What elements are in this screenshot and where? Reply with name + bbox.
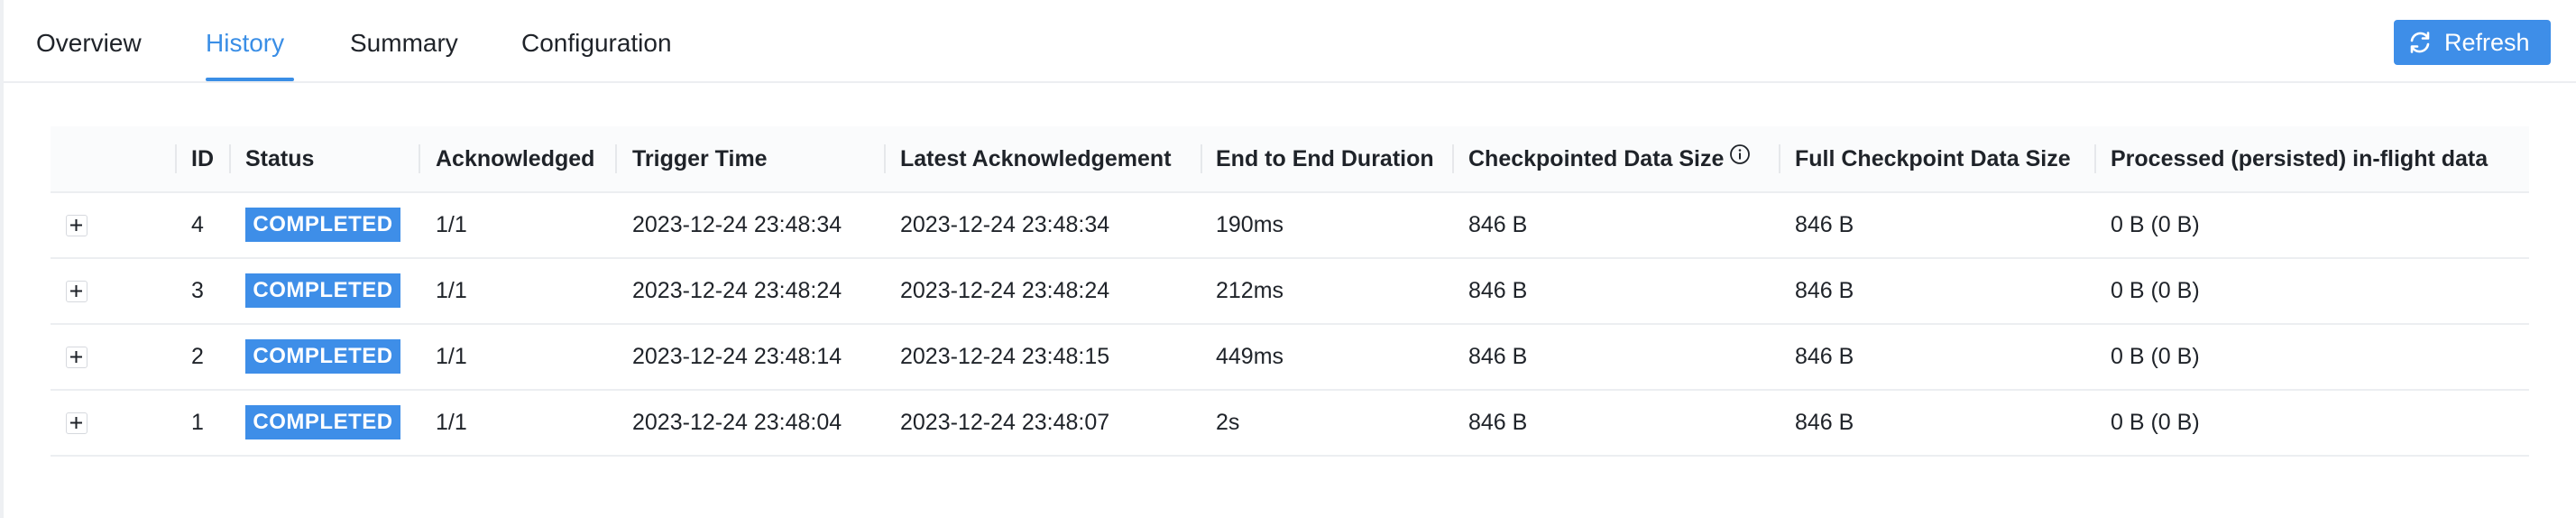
column-header-trigger-time[interactable]: Trigger Time: [632, 126, 768, 191]
tab-history[interactable]: History: [206, 25, 284, 61]
expand-row-button[interactable]: [66, 347, 87, 368]
cell-processed-inflight-data: 0 B (0 B): [2111, 212, 2200, 237]
cell-id: 3: [191, 278, 204, 303]
column-separator: [1779, 144, 1780, 173]
tab-configuration[interactable]: Configuration: [521, 25, 672, 61]
cell-id: 1: [191, 410, 204, 435]
cell-checkpointed-data-size: 846 B: [1468, 278, 1528, 303]
expand-row-button[interactable]: [66, 412, 87, 434]
cell-processed-inflight-data: 0 B (0 B): [2111, 344, 2200, 369]
cell-checkpointed-data-size: 846 B: [1468, 344, 1528, 369]
cell-checkpointed-data-size: 846 B: [1468, 410, 1528, 435]
tab-bar: Overview History Summary Configuration R…: [4, 0, 2576, 83]
status-badge: COMPLETED: [245, 339, 400, 374]
plus-icon: [70, 285, 82, 297]
cell-latest-acknowledgement: 2023-12-24 23:48:15: [900, 344, 1110, 369]
column-separator: [884, 144, 886, 173]
cell-id: 4: [191, 212, 204, 237]
cell-end-to-end-duration: 190ms: [1216, 212, 1284, 237]
table-row[interactable]: 1 COMPLETED 1/1 2023-12-24 23:48:04 2023…: [51, 391, 2529, 457]
plus-icon: [70, 417, 82, 429]
cell-full-checkpoint-data-size: 846 B: [1795, 410, 1854, 435]
table-row[interactable]: 2 COMPLETED 1/1 2023-12-24 23:48:14 2023…: [51, 325, 2529, 391]
column-header-status[interactable]: Status: [245, 126, 314, 191]
refresh-button-label: Refresh: [2444, 28, 2530, 56]
tab-overview[interactable]: Overview: [36, 25, 142, 61]
info-icon[interactable]: [1729, 125, 1751, 190]
checkpoints-panel: Overview History Summary Configuration R…: [0, 0, 2576, 518]
cell-latest-acknowledgement: 2023-12-24 23:48:07: [900, 410, 1110, 435]
cell-acknowledged: 1/1: [436, 344, 467, 369]
cell-processed-inflight-data: 0 B (0 B): [2111, 410, 2200, 435]
status-badge: COMPLETED: [245, 405, 400, 439]
cell-id: 2: [191, 344, 204, 369]
expand-row-button[interactable]: [66, 281, 87, 302]
column-header-latest-acknowledgement[interactable]: Latest Acknowledgement: [900, 126, 1172, 191]
cell-acknowledged: 1/1: [436, 212, 467, 237]
cell-acknowledged: 1/1: [436, 410, 467, 435]
table-row[interactable]: 4 COMPLETED 1/1 2023-12-24 23:48:34 2023…: [51, 193, 2529, 259]
column-separator: [1452, 144, 1454, 173]
status-badge: COMPLETED: [245, 208, 400, 242]
plus-icon: [70, 351, 82, 363]
column-separator: [175, 144, 177, 173]
cell-end-to-end-duration: 212ms: [1216, 278, 1284, 303]
column-header-end-to-end-duration[interactable]: End to End Duration: [1216, 126, 1434, 191]
tab-summary[interactable]: Summary: [350, 25, 458, 61]
column-header-acknowledged[interactable]: Acknowledged: [436, 126, 594, 191]
refresh-icon: [2406, 29, 2433, 56]
cell-checkpointed-data-size: 846 B: [1468, 212, 1528, 237]
cell-end-to-end-duration: 449ms: [1216, 344, 1284, 369]
refresh-button[interactable]: Refresh: [2394, 20, 2551, 65]
cell-full-checkpoint-data-size: 846 B: [1795, 212, 1854, 237]
column-header-checkpointed-data-size[interactable]: Checkpointed Data Size: [1468, 126, 1751, 191]
active-tab-indicator: [206, 78, 294, 81]
cell-trigger-time: 2023-12-24 23:48:04: [632, 410, 842, 435]
cell-latest-acknowledgement: 2023-12-24 23:48:34: [900, 212, 1110, 237]
cell-trigger-time: 2023-12-24 23:48:34: [632, 212, 842, 237]
cell-full-checkpoint-data-size: 846 B: [1795, 278, 1854, 303]
column-separator: [419, 144, 420, 173]
column-header-checkpointed-data-size-label: Checkpointed Data Size: [1468, 146, 1725, 171]
cell-acknowledged: 1/1: [436, 278, 467, 303]
column-separator: [615, 144, 617, 173]
column-header-processed-inflight-data[interactable]: Processed (persisted) in-flight data: [2111, 126, 2488, 191]
cell-trigger-time: 2023-12-24 23:48:14: [632, 344, 842, 369]
column-header-id[interactable]: ID: [191, 126, 214, 191]
column-header-full-checkpoint-data-size[interactable]: Full Checkpoint Data Size: [1795, 126, 2071, 191]
expand-row-button[interactable]: [66, 215, 87, 236]
checkpoint-history-table: ID Status Acknowledged Trigger Time Late…: [51, 126, 2529, 457]
cell-end-to-end-duration: 2s: [1216, 410, 1240, 435]
plus-icon: [70, 219, 82, 231]
column-separator: [2094, 144, 2096, 173]
cell-processed-inflight-data: 0 B (0 B): [2111, 278, 2200, 303]
status-badge: COMPLETED: [245, 273, 400, 308]
column-separator: [229, 144, 231, 173]
table-header: ID Status Acknowledged Trigger Time Late…: [51, 126, 2529, 193]
table-row[interactable]: 3 COMPLETED 1/1 2023-12-24 23:48:24 2023…: [51, 259, 2529, 325]
cell-trigger-time: 2023-12-24 23:48:24: [632, 278, 842, 303]
cell-full-checkpoint-data-size: 846 B: [1795, 344, 1854, 369]
column-separator: [1201, 144, 1202, 173]
cell-latest-acknowledgement: 2023-12-24 23:48:24: [900, 278, 1110, 303]
